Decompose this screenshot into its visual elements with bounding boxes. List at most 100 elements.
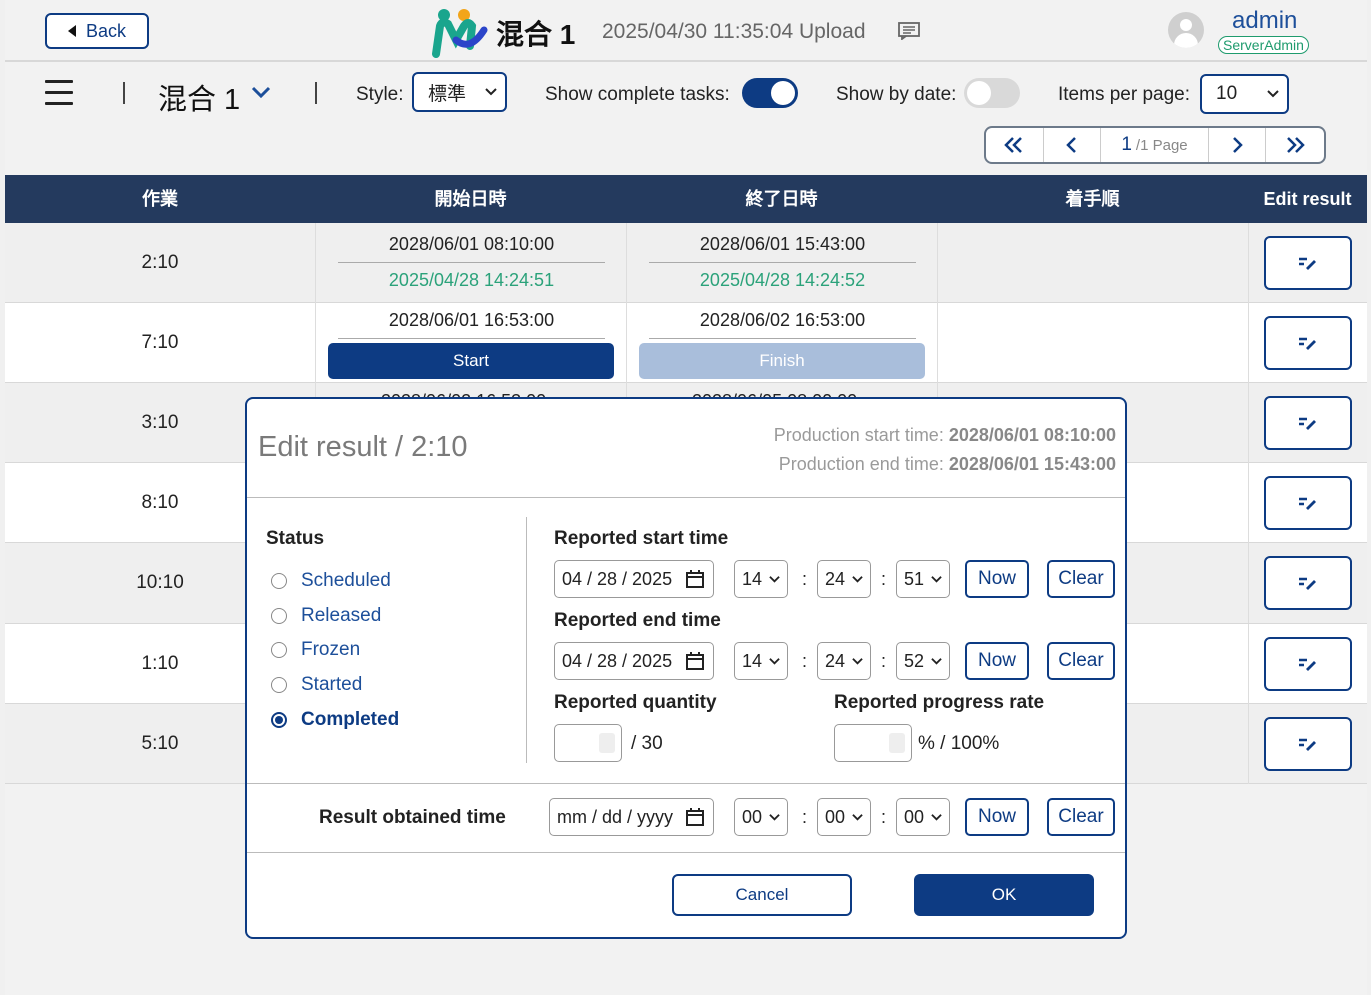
reported-end-second-select[interactable]: 52 [896, 642, 950, 680]
chevron-down-icon[interactable] [251, 85, 271, 99]
spinner-icon[interactable] [889, 733, 905, 753]
style-select[interactable]: 標準 [412, 72, 507, 112]
chevron-down-icon [852, 576, 863, 583]
divider [526, 517, 527, 763]
finish-button: Finish [639, 343, 925, 379]
result-date-input[interactable]: mm / dd / yyyy [549, 798, 714, 836]
edit-result-button[interactable] [1264, 476, 1352, 530]
reported-start-clear-button[interactable]: Clear [1047, 560, 1115, 598]
edit-icon [1299, 417, 1316, 430]
next-page-button[interactable] [1209, 128, 1267, 162]
items-per-page-select[interactable]: 10 [1200, 74, 1289, 114]
reported-end-minute-select[interactable]: 24 [817, 642, 871, 680]
start-button[interactable]: Start [328, 343, 614, 379]
second-value: 00 [904, 806, 925, 827]
calendar-icon[interactable] [685, 569, 705, 589]
result-second-select[interactable]: 00 [896, 798, 950, 836]
edit-result-button[interactable] [1264, 717, 1352, 771]
chevron-down-icon [852, 658, 863, 665]
reported-start-label: Reported start time [554, 528, 729, 549]
menu-icon[interactable] [45, 80, 73, 105]
result-clear-button[interactable]: Clear [1047, 798, 1115, 836]
column-header-end: 終了日時 [745, 189, 818, 209]
edit-icon [1299, 577, 1316, 590]
edit-result-button[interactable] [1264, 316, 1352, 370]
chevron-down-icon [769, 814, 780, 821]
calendar-icon[interactable] [685, 807, 705, 827]
reported-progress-input[interactable] [834, 724, 912, 762]
dialog-title: Edit result / 2:10 [258, 431, 468, 463]
reported-end-date-input[interactable]: 04 / 28 / 2025 [554, 642, 714, 680]
end-cell: 2028/06/02 16:53:00 Finish [626, 303, 937, 383]
show-complete-toggle[interactable] [742, 78, 798, 108]
status-radio-started[interactable]: Started [271, 674, 362, 696]
style-label: Style: [356, 84, 404, 105]
user-name[interactable]: admin [1232, 7, 1297, 35]
result-minute-select[interactable]: 00 [817, 798, 871, 836]
status-option-label: Completed [301, 709, 400, 730]
app-logo-icon [432, 9, 488, 58]
chevron-right-icon [1233, 137, 1243, 153]
start-cell: 2028/06/01 16:53:00 Start [315, 303, 626, 383]
status-radio-frozen[interactable]: Frozen [271, 639, 360, 661]
order-cell [937, 223, 1248, 303]
reported-start-now-button[interactable]: Now [965, 560, 1029, 598]
reported-start-date-input[interactable]: 04 / 28 / 2025 [554, 560, 714, 598]
chevron-down-icon [485, 88, 497, 96]
reported-quantity-input[interactable] [554, 724, 622, 762]
reported-end-now-button[interactable]: Now [965, 642, 1029, 680]
schedule-selector[interactable]: 混合 1 [158, 76, 240, 118]
show-complete-label: Show complete tasks: [545, 84, 730, 105]
result-hour-select[interactable]: 00 [734, 798, 788, 836]
production-start-value: 2028/06/01 08:10:00 [948, 425, 1116, 445]
comment-icon[interactable] [898, 22, 920, 40]
spinner-icon[interactable] [599, 733, 615, 753]
page-indicator: 1 /1 Page [1101, 128, 1209, 162]
end-planned: 2028/06/01 15:43:00 [649, 231, 916, 263]
status-radio-completed[interactable]: Completed [271, 709, 399, 731]
column-header-task: 作業 [142, 189, 178, 209]
edit-cell [1248, 383, 1367, 463]
table-row: 7:10 2028/06/01 16:53:00 Start 2028/06/0… [5, 303, 1367, 383]
status-option-label: Released [301, 605, 382, 626]
status-radio-released[interactable]: Released [271, 605, 381, 627]
edit-result-button[interactable] [1264, 236, 1352, 290]
edit-result-button[interactable] [1264, 556, 1352, 610]
divider [247, 783, 1125, 784]
reported-end-clear-button[interactable]: Clear [1047, 642, 1115, 680]
edit-result-button[interactable] [1264, 637, 1352, 691]
start-planned: 2028/06/01 16:53:00 [338, 307, 605, 339]
ok-button[interactable]: OK [914, 874, 1094, 916]
minute-value: 24 [825, 650, 846, 671]
items-per-page-label: Items per page: [1058, 84, 1191, 105]
reported-start-minute-select[interactable]: 24 [817, 560, 871, 598]
last-page-button[interactable] [1266, 128, 1324, 162]
edit-icon [1299, 497, 1316, 510]
status-radio-scheduled[interactable]: Scheduled [271, 570, 391, 592]
result-now-button[interactable]: Now [965, 798, 1029, 836]
divider [247, 497, 1125, 498]
calendar-icon[interactable] [685, 651, 705, 671]
column-header-edit: Edit result [1263, 189, 1352, 209]
start-actual: 2025/04/28 14:24:51 [388, 270, 555, 290]
edit-icon [1299, 337, 1316, 350]
progress-total: % / 100% [918, 733, 1000, 754]
edit-result-dialog: Edit result / 2:10 Production start time… [245, 397, 1127, 939]
back-button[interactable]: Back [45, 13, 149, 49]
reported-start-second-select[interactable]: 51 [896, 560, 950, 598]
table-header: 作業 開始日時 終了日時 着手順 Edit result [5, 175, 1367, 223]
first-page-button[interactable] [986, 128, 1044, 162]
chevron-down-icon [769, 658, 780, 665]
style-value: 標準 [428, 83, 467, 105]
table-row: 2:10 2028/06/01 08:10:00 2025/04/28 14:2… [5, 223, 1367, 303]
upload-timestamp: 2025/04/30 11:35:04 Upload [602, 20, 866, 43]
edit-result-button[interactable] [1264, 396, 1352, 450]
production-end-label: Production end time: [778, 454, 944, 474]
prev-page-button[interactable] [1044, 128, 1102, 162]
reported-end-hour-select[interactable]: 14 [734, 642, 788, 680]
show-by-date-toggle[interactable] [964, 78, 1020, 108]
edit-icon [1299, 738, 1316, 751]
reported-start-hour-select[interactable]: 14 [734, 560, 788, 598]
user-avatar-icon[interactable] [1168, 12, 1204, 48]
cancel-button[interactable]: Cancel [672, 874, 852, 916]
